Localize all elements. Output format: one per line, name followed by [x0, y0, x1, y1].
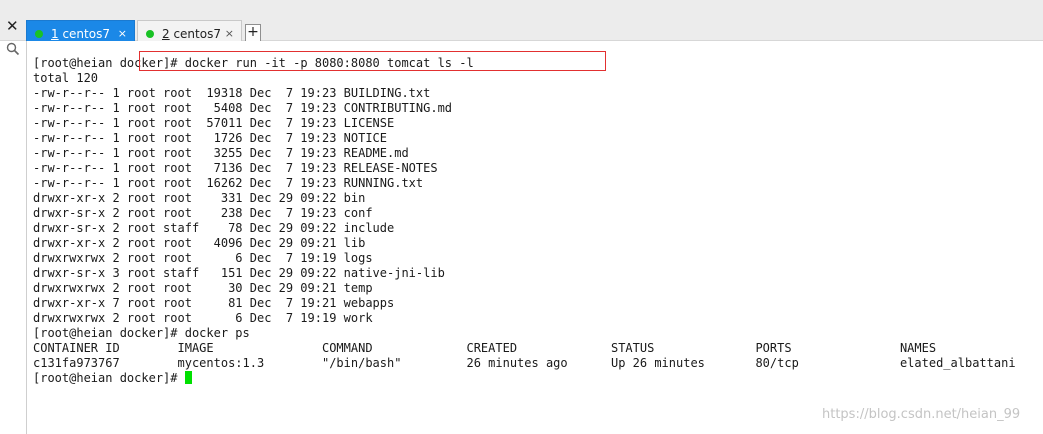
listing-line: drwxr-sr-x 2 root root 238 Dec 7 19:23 c… [33, 206, 373, 220]
title-strip [0, 0, 1043, 8]
prompt: [root@heian docker]# [33, 326, 185, 340]
command-highlight-box [139, 51, 606, 71]
listing-line: -rw-r--r-- 1 root root 57011 Dec 7 19:23… [33, 116, 395, 130]
prompt: [root@heian docker]# [33, 371, 185, 385]
terminal-cursor [184, 371, 192, 384]
side-panel [0, 41, 27, 434]
listing-line: drwxr-sr-x 3 root staff 151 Dec 29 09:22… [33, 266, 445, 280]
listing-line: -rw-r--r-- 1 root root 3255 Dec 7 19:23 … [33, 146, 409, 160]
status-dot-icon [35, 30, 43, 38]
listing-line: -rw-r--r-- 1 root root 16262 Dec 7 19:23… [33, 176, 424, 190]
ps-row: c131fa973767 mycentos:1.3 "/bin/bash" 26… [33, 356, 1016, 370]
tab-bar: ✕ 1 centos7 × 2 centos7 × + [0, 8, 1043, 46]
listing-line: -rw-r--r-- 1 root root 19318 Dec 7 19:23… [33, 86, 431, 100]
listing-line: drwxrwxrwx 2 root root 6 Dec 7 19:19 wor… [33, 311, 373, 325]
close-panel-icon[interactable]: ✕ [6, 19, 19, 34]
terminal-area[interactable]: [root@heian docker]# docker run -it -p 8… [27, 41, 1043, 434]
listing-line: drwxrwxrwx 2 root root 6 Dec 7 19:19 log… [33, 251, 373, 265]
terminal-output: [root@heian docker]# docker run -it -p 8… [33, 56, 1016, 386]
ps-header: CONTAINER ID IMAGE COMMAND CREATED STATU… [33, 341, 937, 355]
listing-line: -rw-r--r-- 1 root root 7136 Dec 7 19:23 … [33, 161, 438, 175]
listing-line: drwxrwxrwx 2 root root 30 Dec 29 09:21 t… [33, 281, 373, 295]
status-dot-icon [146, 30, 154, 38]
listing-line: -rw-r--r-- 1 root root 1726 Dec 7 19:23 … [33, 131, 388, 145]
listing-line: drwxr-sr-x 2 root staff 78 Dec 29 09:22 … [33, 221, 395, 235]
listing-line: drwxr-xr-x 7 root root 81 Dec 7 19:21 we… [33, 296, 395, 310]
command-docker-ps: docker ps [184, 326, 250, 340]
watermark: https://blog.csdn.net/heian_99 [822, 407, 1021, 422]
listing-line: drwxr-xr-x 2 root root 4096 Dec 29 09:21… [33, 236, 366, 250]
search-icon[interactable] [6, 42, 20, 56]
listing-line: drwxr-xr-x 2 root root 331 Dec 29 09:22 … [33, 191, 366, 205]
listing-line: -rw-r--r-- 1 root root 5408 Dec 7 19:23 … [33, 101, 453, 115]
add-tab-button[interactable]: + [245, 24, 261, 42]
total-line: total 120 [33, 71, 99, 85]
